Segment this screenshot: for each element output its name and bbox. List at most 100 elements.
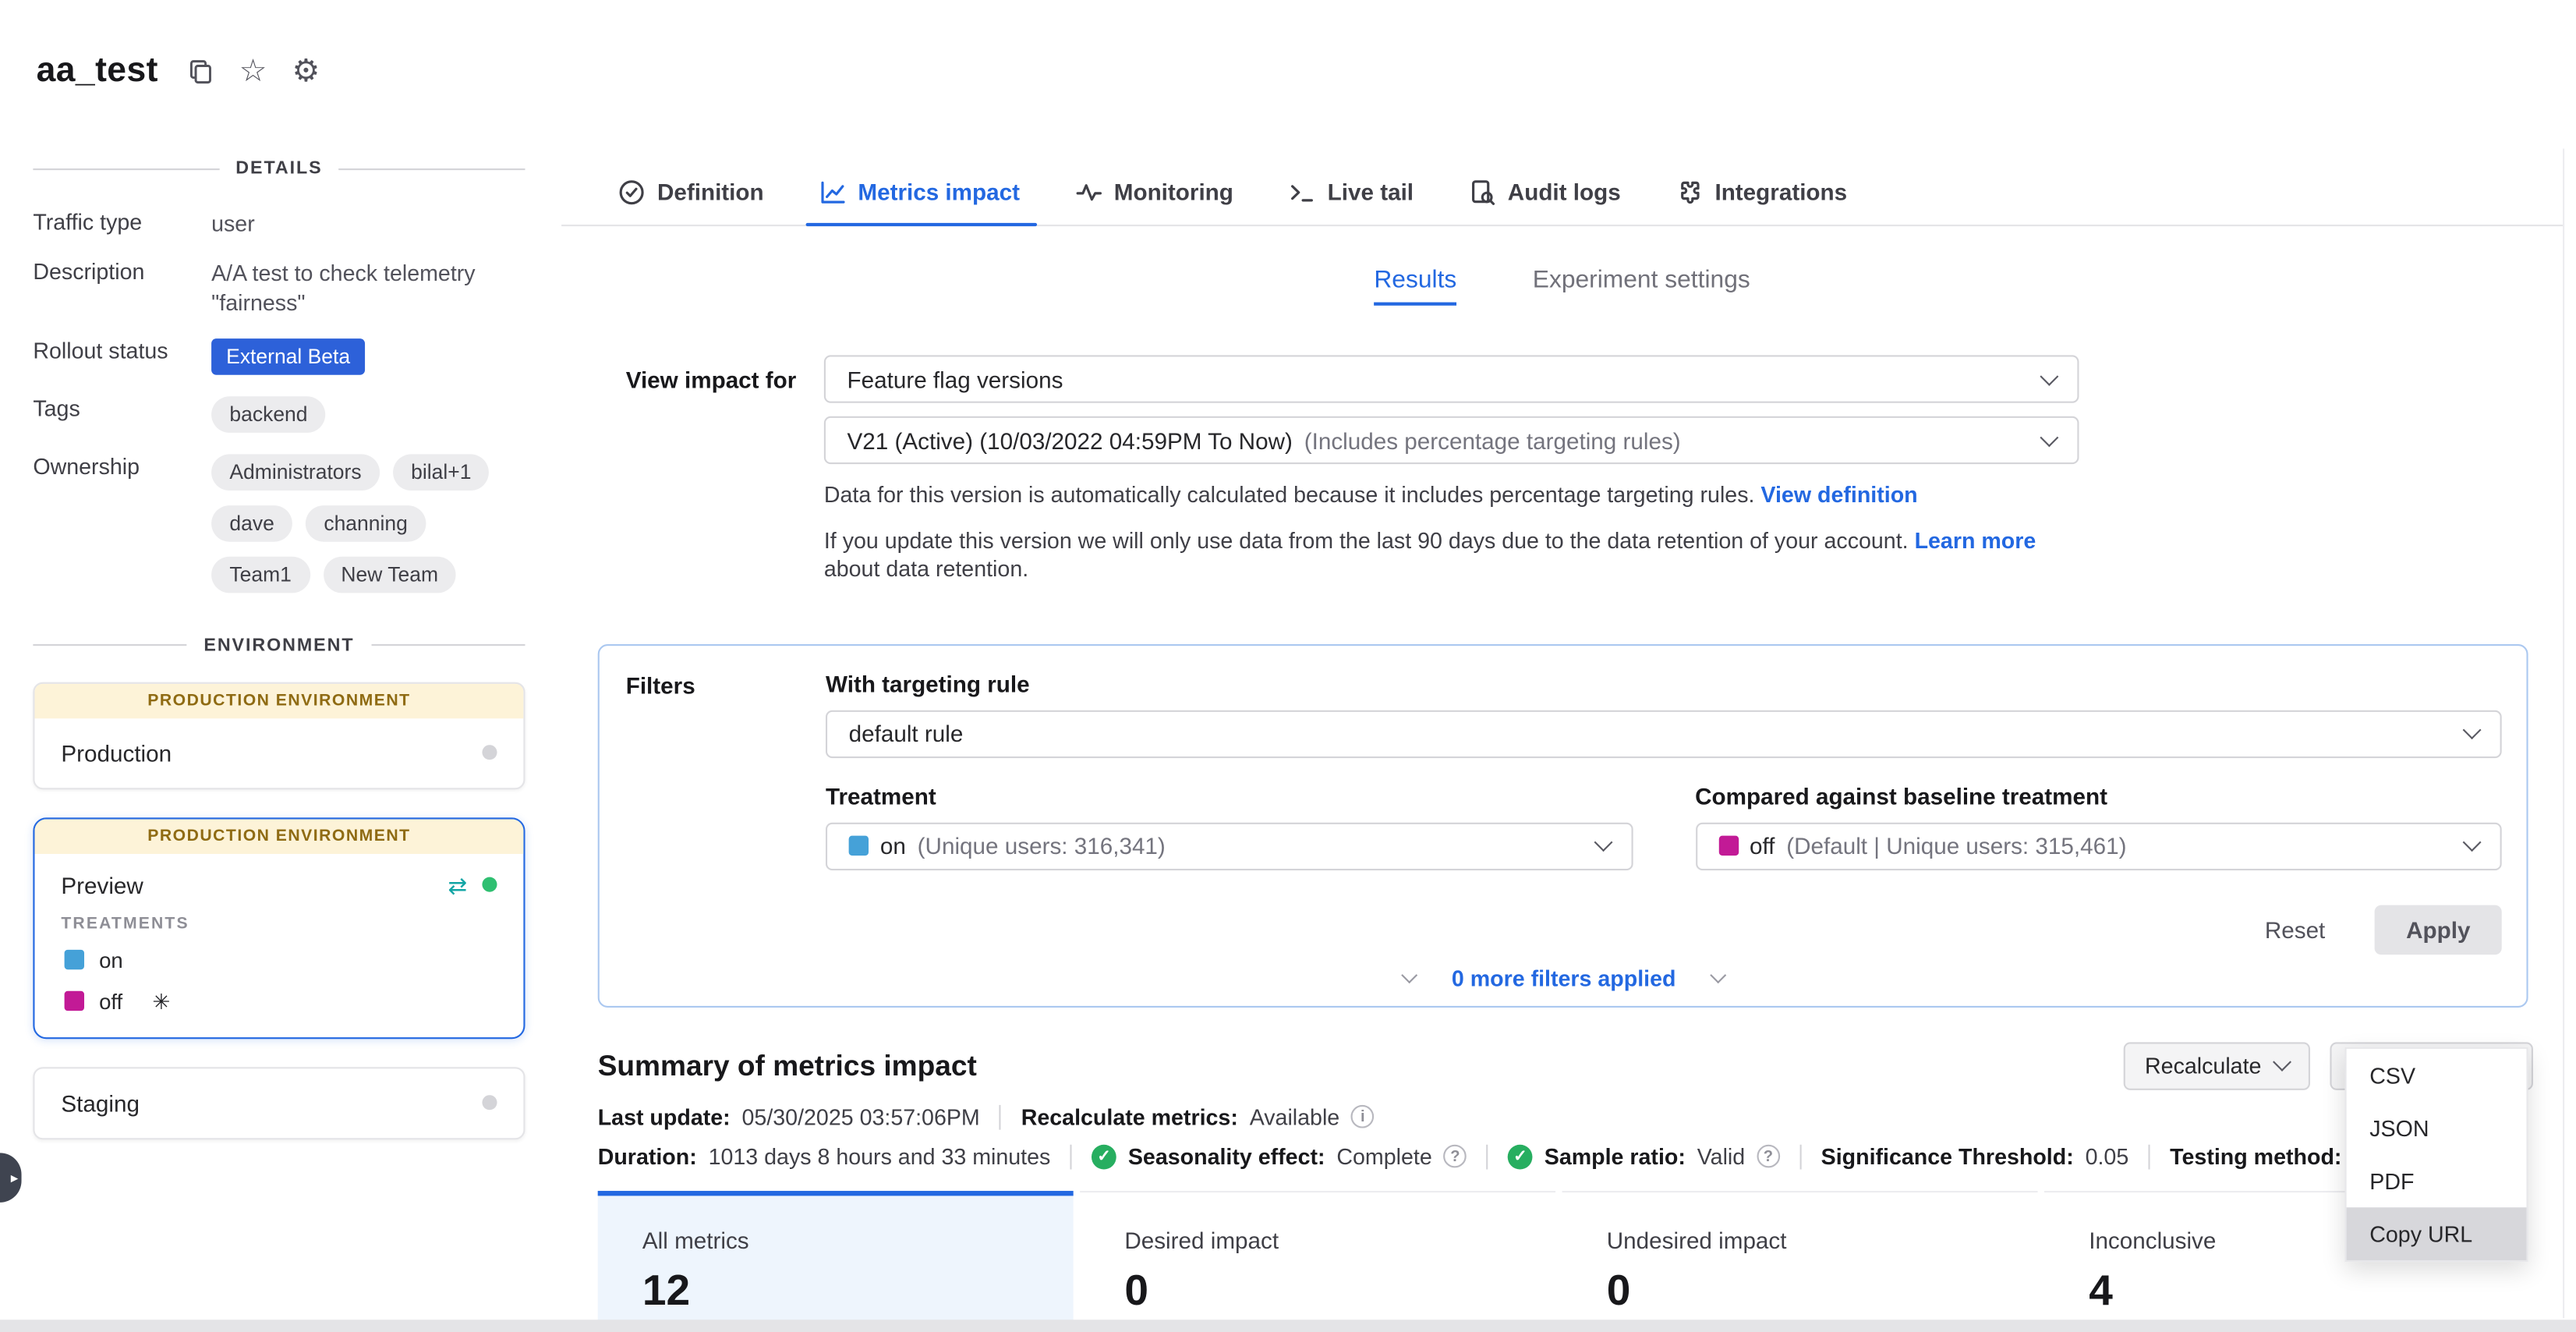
tab-integrations[interactable]: Integrations [1675, 158, 1848, 225]
viewport: aa_test ☆ ⚙ DETAILS Traffic type user De… [0, 0, 2576, 1332]
reset-button[interactable]: Reset [2265, 916, 2325, 943]
tab-definition[interactable]: Definition [617, 158, 764, 225]
tab-live-tail[interactable]: Live tail [1288, 158, 1414, 225]
star-icon[interactable]: ☆ [239, 55, 267, 87]
share-menu-item-json[interactable]: JSON [2347, 1102, 2527, 1155]
summary-header: Summary of metrics impact Recalculate Sh… [598, 1042, 2533, 1089]
seasonality-label: Seasonality effect: [1128, 1144, 1325, 1169]
horizontal-scrollbar[interactable] [0, 1320, 2576, 1332]
seasonality-value: Complete [1336, 1144, 1431, 1169]
tab-metrics-impact[interactable]: Metrics impact [819, 158, 1020, 225]
learn-more-link[interactable]: Learn more [1915, 528, 2036, 553]
filters-title: Filters [626, 670, 826, 954]
chevron-down-icon[interactable] [1401, 966, 1417, 983]
share-menu-item-csv[interactable]: CSV [2347, 1049, 2527, 1102]
metric-card-all-metrics[interactable]: All metrics 12 [598, 1190, 1074, 1332]
share-menu-item-copy-url[interactable]: Copy URL [2347, 1207, 2527, 1260]
divider [371, 645, 525, 647]
metric-card-desired-impact[interactable]: Desired impact 0 [1080, 1190, 1555, 1332]
treatment-row-on: on [34, 948, 523, 972]
share-menu-item-pdf[interactable]: PDF [2347, 1154, 2527, 1207]
subtab-experiment-settings[interactable]: Experiment settings [1533, 266, 1750, 306]
metrics-meta-row-1: Last update: 05/30/2025 03:57:06PM Recal… [598, 1104, 2563, 1129]
view-definition-link[interactable]: View definition [1760, 482, 1917, 507]
integrations-icon [1675, 178, 1704, 206]
main-content: Definition Metrics impact Monitoring Liv… [561, 158, 2563, 1332]
version-type-value: Feature flag versions [847, 366, 1063, 392]
metric-card-undesired-impact[interactable]: Undesired impact 0 [1562, 1190, 2038, 1332]
recalculate-label: Recalculate [2145, 1053, 2261, 1078]
environment-row-staging[interactable]: Staging [34, 1068, 523, 1138]
status-dot-icon [482, 746, 497, 760]
separator [1799, 1144, 1801, 1169]
traffic-type-label: Traffic type [33, 205, 211, 239]
live-tail-icon [1288, 178, 1316, 206]
view-impact-label: View impact for [626, 366, 824, 392]
treatment-name: on [99, 948, 123, 972]
treatment-color-swatch [65, 950, 84, 969]
more-filters-link[interactable]: 0 more filters applied [1452, 965, 1676, 990]
environment-title: ENVIRONMENT [203, 636, 354, 655]
environment-section-header: ENVIRONMENT [33, 636, 525, 655]
question-icon[interactable]: ? [1757, 1145, 1780, 1168]
chevron-down-icon [2463, 833, 2482, 852]
filters-panel: Filters With targeting rule default rule… [598, 643, 2528, 1007]
owner-pill: Administrators [211, 454, 380, 491]
data-retention-note: If you update this version we will only … [824, 526, 2079, 584]
environment-row-preview[interactable]: Preview ⇄ [34, 854, 523, 910]
question-icon[interactable]: ? [1444, 1145, 1467, 1168]
rollout-status-value: External Beta [211, 333, 525, 374]
treatments-title: TREATMENTS [34, 915, 523, 933]
ownership-row: Ownership Administrators bilal+1 dave ch… [33, 449, 525, 593]
active-status-dot-icon [482, 877, 497, 892]
treatment-color-swatch [849, 836, 869, 856]
baseline-select[interactable]: off (Default | Unique users: 315,461) [1695, 822, 2502, 870]
environment-card-staging[interactable]: Staging [33, 1067, 525, 1139]
view-impact-section: View impact for Feature flag versions V2… [626, 355, 2563, 584]
tag-pill: backend [211, 396, 326, 433]
content-right-divider [2563, 149, 2564, 1317]
tab-monitoring[interactable]: Monitoring [1074, 158, 1233, 225]
details-sidebar: DETAILS Traffic type user Description A/… [0, 142, 561, 1167]
tags-row: Tags backend [33, 391, 525, 433]
version-select[interactable]: V21 (Active) (10/03/2022 04:59PM To Now)… [824, 416, 2079, 464]
chevron-down-icon [2273, 1053, 2292, 1072]
environment-card-production[interactable]: PRODUCTION ENVIRONMENT Production [33, 682, 525, 789]
tab-audit-logs[interactable]: Audit logs [1468, 158, 1621, 225]
gear-icon[interactable]: ⚙ [292, 55, 320, 87]
tab-label: Audit logs [1508, 179, 1621, 205]
note-text: about data retention. [824, 557, 1028, 582]
tab-label: Integrations [1714, 179, 1847, 205]
testing-method-label: Testing method: [2170, 1144, 2341, 1169]
monitoring-icon [1074, 178, 1102, 206]
apply-button[interactable]: Apply [2375, 905, 2502, 955]
recalculate-button[interactable]: Recalculate [2123, 1042, 2310, 1089]
treatment-detail: (Unique users: 316,341) [918, 833, 1166, 859]
info-icon[interactable]: i [1351, 1105, 1375, 1128]
check-circle-icon: ✓ [1508, 1144, 1533, 1169]
owner-pill: Team1 [211, 556, 310, 593]
environment-card-preview[interactable]: PRODUCTION ENVIRONMENT Preview ⇄ TREATME… [33, 817, 525, 1039]
metrics-impact-icon [819, 178, 847, 206]
separator [1000, 1104, 1001, 1129]
environment-row-production[interactable]: Production [34, 718, 523, 788]
copy-icon[interactable] [186, 57, 214, 85]
sample-ratio-value: Valid [1697, 1144, 1745, 1169]
divider [33, 168, 219, 169]
app: aa_test ☆ ⚙ DETAILS Traffic type user De… [0, 0, 2576, 1332]
targeting-rule-select[interactable]: default rule [826, 710, 2502, 757]
subtab-results[interactable]: Results [1374, 266, 1456, 306]
chevron-down-icon[interactable] [1710, 966, 1726, 983]
traffic-type-row: Traffic type user [33, 205, 525, 239]
treatment-select[interactable]: on (Unique users: 316,341) [826, 822, 1633, 870]
swap-arrows-icon: ⇄ [448, 873, 468, 897]
baseline-detail: (Default | Unique users: 315,461) [1786, 833, 2126, 859]
environment-name: Production [61, 739, 172, 766]
metric-card-value: 4 [2089, 1265, 2520, 1316]
version-type-select[interactable]: Feature flag versions [824, 355, 2079, 402]
chevron-down-icon [1593, 833, 1612, 852]
description-row: Description A/A test to check telemetry … [33, 255, 525, 317]
frozen-asterisk-icon: ✳ [152, 990, 170, 1012]
rollout-status-row: Rollout status External Beta [33, 333, 525, 374]
divider [339, 168, 525, 169]
